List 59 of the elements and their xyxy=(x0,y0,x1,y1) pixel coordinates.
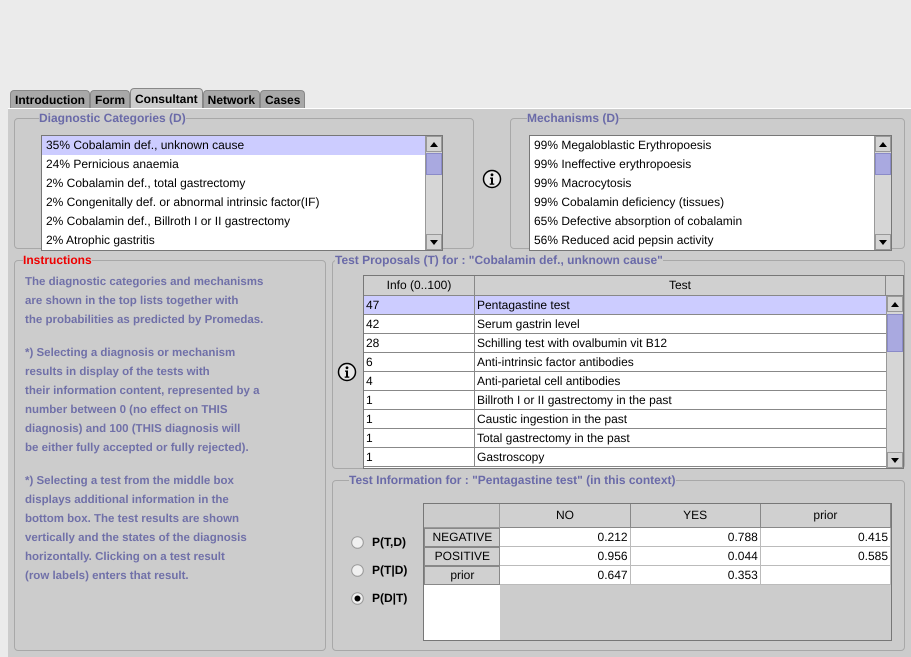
tab[interactable]: Cases xyxy=(260,90,306,108)
scrollbar[interactable] xyxy=(874,136,891,250)
instruction-text: *) Selecting a diagnosis or mechanism results in display of the tests with their information content, represented by a number between 0 (no effect on THIS diagnosis) and 100 (THIS diagnosis will be either fully accepted or fully rejected). xyxy=(25,346,261,456)
info-icon[interactable] xyxy=(482,169,502,189)
table-row[interactable]: 1 Total gastrectomy in the past xyxy=(364,429,886,448)
table-row[interactable]: 1 Gastroscopy xyxy=(364,448,886,467)
table-cell: 0.956 xyxy=(500,547,631,566)
table-row[interactable]: 1 Caustic ingestion in the past xyxy=(364,410,886,429)
table-row[interactable]: 42 Serum gastrin level xyxy=(364,315,886,334)
group-title: Instructions xyxy=(23,252,92,269)
radio-button[interactable] xyxy=(351,536,364,548)
radio-label[interactable]: P(D|T) xyxy=(372,589,408,607)
tab[interactable]: Consultant xyxy=(130,88,203,108)
table-cell: 0.212 xyxy=(500,528,631,547)
group-title: Mechanisms (D) xyxy=(527,110,620,127)
up-arrow-icon[interactable] xyxy=(891,302,899,306)
table-cell: 1 xyxy=(364,448,475,467)
scrollbar-thumb[interactable] xyxy=(887,314,903,352)
list-item[interactable]: 35% Cobalamin def., unknown cause xyxy=(42,136,425,155)
radio-button[interactable] xyxy=(351,592,364,604)
group-title: Diagnostic Categories (D) xyxy=(39,110,186,127)
column-header: YES xyxy=(630,504,761,528)
group-title: Test Proposals (T) for : "Cobalamin def., unknown cause" xyxy=(335,252,663,269)
instruction-text: The diagnostic categories and mechanisms are shown in the top lists together with the probabilities as predicted by Promedas. xyxy=(25,275,264,328)
down-arrow-icon[interactable] xyxy=(891,458,899,462)
row-header[interactable]: prior xyxy=(424,566,500,585)
radio-button[interactable] xyxy=(351,564,364,576)
tab[interactable]: Form xyxy=(90,90,130,108)
table-row[interactable]: 4 Anti-parietal cell antibodies xyxy=(364,372,886,391)
tab[interactable]: Network xyxy=(202,90,260,108)
instruction-text: *) Selecting a test from the middle box displays additional information in the bottom box. The test results are shown vertically and the states of the diagnosis horizontally. Clicking on a test result (row labels) enters that result. xyxy=(25,474,248,584)
table-cell: Gastroscopy xyxy=(475,448,886,467)
table-row[interactable]: 1 Billroth I or II gastrectomy in the past xyxy=(364,391,886,410)
up-arrow-icon[interactable] xyxy=(879,142,887,146)
table-row[interactable]: 47 Pentagastine test xyxy=(364,296,886,315)
scrollbar-thumb[interactable] xyxy=(426,153,442,175)
up-arrow-icon[interactable] xyxy=(430,142,438,146)
scrollbar[interactable] xyxy=(886,296,903,468)
down-arrow-icon[interactable] xyxy=(879,240,887,244)
table-row[interactable]: 28 Schilling test with ovalbumin vit B12 xyxy=(364,334,886,353)
table-cell: 0.044 xyxy=(630,547,761,566)
radio-label[interactable]: P(T|D) xyxy=(372,561,408,579)
table-row[interactable]: 6 Anti-intrinsic factor antibodies xyxy=(364,353,886,372)
radio-label[interactable]: P(T,D) xyxy=(372,533,406,551)
scrollbar-thumb[interactable] xyxy=(875,153,891,175)
down-arrow-icon[interactable] xyxy=(430,240,438,244)
table-cell: 0.415 xyxy=(760,528,892,547)
column-header: NO xyxy=(500,504,631,528)
group-title: Test Information for : "Pentagastine test" (in this context) xyxy=(349,472,676,489)
tab[interactable]: Introduction xyxy=(10,90,90,108)
row-header[interactable]: NEGATIVE xyxy=(424,528,500,547)
column-header: prior xyxy=(760,504,892,528)
scrollbar[interactable] xyxy=(425,136,442,250)
table-cell: 0.647 xyxy=(500,566,631,585)
table-cell: 0.585 xyxy=(760,547,892,566)
table-cell: 0.353 xyxy=(630,566,761,585)
info-icon[interactable] xyxy=(337,362,357,382)
row-header[interactable]: POSITIVE xyxy=(424,547,500,566)
table-cell: 0.788 xyxy=(630,528,761,547)
